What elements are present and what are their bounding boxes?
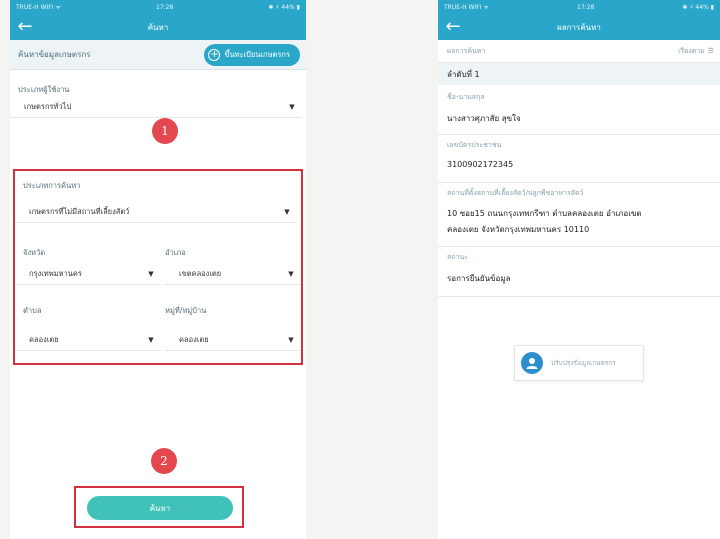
id-value: 3100902172345	[447, 160, 514, 169]
id-label: เลขบัตรประชาชน	[447, 141, 502, 149]
results-header-title: ผลการค้นหา	[447, 46, 486, 55]
carrier-label: TRUE-H WIFI ᯤ	[16, 4, 61, 11]
search-button-label: ค้นหา	[149, 503, 171, 513]
nav-bar: ← ผลการค้นหา	[438, 14, 720, 40]
province-label: จังหวัด	[23, 248, 46, 257]
step-marker-2: 2	[151, 448, 177, 474]
user-type-value: เกษตรกรทั่วไป	[24, 101, 72, 111]
name-value: นางสาวศุภาสัย สุขใจ	[447, 114, 521, 123]
province-select[interactable]: กรุงเทพมหานคร ▼	[15, 263, 161, 285]
name-label: ชื่อ-นามสกุล	[447, 93, 485, 101]
district-value: เขตคลองเตย	[179, 268, 222, 278]
nav-bar: ← ค้นหา	[10, 14, 306, 40]
update-farmer-label: ปรับปรุงข้อมูลเกษตรกร	[551, 359, 616, 367]
result-order-bar: ลำดับที่ 1	[438, 63, 720, 85]
district-select[interactable]: เขตคลองเตย ▼	[165, 263, 301, 285]
village-label: หมู่ที่/หมู่บ้าน	[165, 306, 207, 315]
search-button[interactable]: ค้นหา	[87, 496, 233, 520]
address-label: สถานที่ตั้งสถานที่เลี้ยงสัตว์/ปลูกพืชอาห…	[447, 189, 584, 197]
caret-down-icon: ▼	[288, 335, 294, 344]
results-header: ผลการค้นหา เรียงตาม ☰	[438, 40, 720, 62]
village-select[interactable]: คลองเตย ▼	[165, 329, 301, 351]
register-farmer-label: ขึ้นทะเบียนเกษตรกร	[224, 49, 290, 59]
sort-icon: ☰	[707, 47, 714, 55]
search-type-value: เกษตรกรที่ไม่มีสถานที่เลี้ยงสัตว์	[29, 206, 130, 216]
sort-label: เรียงตาม	[677, 46, 705, 55]
province-value: กรุงเทพมหานคร	[29, 268, 82, 278]
caret-down-icon: ▼	[289, 102, 295, 111]
user-icon	[521, 352, 543, 374]
user-type-label: ประเภทผู้ใช้งาน	[18, 85, 70, 94]
status-bar: TRUE-H WIFI ᯤ 17:28 ✱ ⚡ 44% ▮	[10, 0, 306, 14]
subdistrict-label: ตำบล	[23, 306, 42, 315]
caret-down-icon: ▼	[284, 207, 290, 216]
caret-down-icon: ▼	[148, 335, 154, 344]
step-marker-1: 1	[152, 118, 178, 144]
time-label: 17:28	[156, 3, 174, 11]
status-bar: TRUE-H WIFI ᯤ 17:28 ✱ ⚡ 44% ▮	[438, 0, 720, 14]
address-line-1: 10 ซอย15 ถนนกรุงเทพกรีฑา ตำบลคลองเตย อำเ…	[447, 209, 642, 218]
page-title: ค้นหา	[147, 22, 169, 32]
results-screen: TRUE-H WIFI ᯤ 17:28 ✱ ⚡ 44% ▮ ← ผลการค้น…	[438, 0, 720, 539]
search-screen: TRUE-H WIFI ᯤ 17:28 ✱ ⚡ 44% ▮ ← ค้นหา ค้…	[10, 0, 306, 539]
village-value: คลองเตย	[179, 334, 209, 344]
status-label: สถานะ	[447, 253, 468, 261]
search-header: ค้นหาข้อมูลเกษตรกร + ขึ้นทะเบียนเกษตรกร	[10, 40, 306, 70]
address-line-2: คลองเตย จังหวัดกรุงเทพมหานคร 10110	[447, 225, 590, 234]
time-label: 17:28	[577, 3, 595, 11]
battery-label: ✱ ⚡ 44% ▮	[268, 3, 300, 11]
user-type-select[interactable]: เกษตรกรทั่วไป ▼	[10, 96, 302, 118]
search-type-label: ประเภทการค้นหา	[23, 181, 81, 190]
caret-down-icon: ▼	[148, 269, 154, 278]
search-criteria-highlight: ประเภทการค้นหา เกษตรกรที่ไม่มีสถานที่เลี…	[13, 169, 303, 365]
back-arrow-icon[interactable]: ←	[438, 14, 468, 40]
register-farmer-button[interactable]: + ขึ้นทะเบียนเกษตรกร	[204, 43, 300, 66]
back-arrow-icon[interactable]: ←	[10, 14, 40, 40]
carrier-label: TRUE-H WIFI ᯤ	[444, 4, 489, 11]
status-value: รอการยืนยันข้อมูล	[447, 274, 511, 283]
page-title: ผลการค้นหา	[557, 22, 601, 32]
battery-label: ✱ ⚡ 44% ▮	[682, 3, 714, 11]
caret-down-icon: ▼	[288, 269, 294, 278]
subdistrict-select[interactable]: คลองเตย ▼	[15, 329, 161, 351]
plus-circle-icon: +	[208, 48, 221, 61]
search-header-title: ค้นหาข้อมูลเกษตรกร	[18, 50, 91, 59]
sort-control[interactable]: เรียงตาม ☰	[678, 46, 714, 57]
search-type-select[interactable]: เกษตรกรที่ไม่มีสถานที่เลี้ยงสัตว์ ▼	[15, 201, 297, 223]
update-farmer-button[interactable]: ปรับปรุงข้อมูลเกษตรกร	[514, 345, 644, 381]
result-order: ลำดับที่ 1	[447, 69, 480, 79]
district-label: อำเภอ	[165, 248, 186, 257]
subdistrict-value: คลองเตย	[29, 334, 59, 344]
